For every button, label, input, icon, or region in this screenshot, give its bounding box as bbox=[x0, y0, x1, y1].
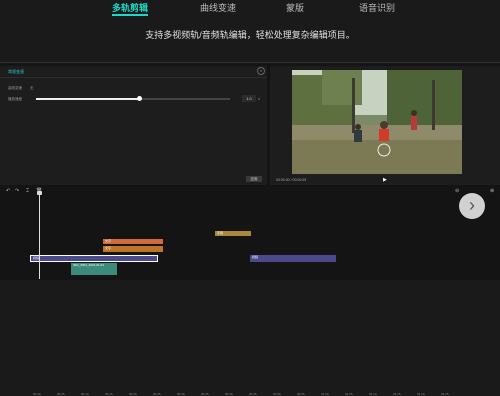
playhead[interactable] bbox=[39, 193, 40, 279]
tab-multitrack[interactable]: 多轨剪辑 bbox=[112, 1, 148, 14]
ruler-tick: 00:25 bbox=[153, 392, 161, 396]
zoom-icon[interactable]: ⊕ bbox=[490, 188, 494, 194]
ruler-tick: 00:40 bbox=[225, 392, 233, 396]
tab-mask[interactable]: 蒙版 bbox=[286, 1, 304, 14]
tab-speech-recognition[interactable]: 语音识别 bbox=[359, 1, 395, 14]
apply-button[interactable]: 应用 bbox=[246, 176, 262, 182]
ruler-tick: 01:00 bbox=[321, 392, 329, 396]
chevron-right-icon[interactable]: › bbox=[459, 193, 485, 219]
speed-slider-fill[interactable] bbox=[36, 98, 138, 100]
panel-divider bbox=[0, 77, 267, 78]
ruler-tick: 00:05 bbox=[57, 392, 65, 396]
speed-unit: x bbox=[258, 96, 260, 101]
speed-slider-track[interactable] bbox=[140, 98, 230, 100]
ruler-tick: 01:25 bbox=[441, 392, 449, 396]
tab-curve-speed[interactable]: 曲线变速 bbox=[200, 1, 236, 14]
ruler-tick: 00:20 bbox=[129, 392, 137, 396]
video-frame bbox=[292, 70, 462, 174]
timeline-clip-video[interactable]: 视频 bbox=[30, 255, 158, 262]
ruler-tick: 01:10 bbox=[369, 392, 377, 396]
timeline-clip-text[interactable]: 文字 bbox=[103, 246, 163, 252]
ruler-tick: 01:15 bbox=[393, 392, 401, 396]
zoom-out-icon[interactable]: ⊖ bbox=[455, 188, 459, 194]
speed-label: 播放速度 bbox=[8, 97, 22, 101]
feature-description: 支持多视频轨/音频轨编辑，轻松处理复杂编辑项目。 bbox=[145, 30, 355, 40]
curve-speed-label: 曲线变速 bbox=[8, 86, 22, 90]
ruler-tick: 00:45 bbox=[249, 392, 257, 396]
close-icon[interactable]: × bbox=[257, 67, 265, 75]
ruler-tick: 00:35 bbox=[201, 392, 209, 396]
redo-icon[interactable]: ↷ bbox=[15, 188, 19, 194]
feature-tabs: 多轨剪辑 曲线变速 蒙版 语音识别 bbox=[0, 0, 500, 16]
timeline-clip-video[interactable]: 视频 bbox=[250, 255, 336, 262]
ruler-tick: 00:00 bbox=[33, 392, 41, 396]
ruler-tick: 00:55 bbox=[297, 392, 305, 396]
play-icon[interactable]: ▶ bbox=[383, 177, 387, 183]
ruler-tick: 00:15 bbox=[105, 392, 113, 396]
ruler-tick: 00:10 bbox=[81, 392, 89, 396]
curve-speed-value[interactable]: 无 bbox=[30, 86, 34, 91]
speed-input[interactable]: 1.0 bbox=[242, 95, 256, 102]
timeline-clip-title[interactable]: 字幕 bbox=[215, 231, 251, 236]
active-tab-indicator bbox=[112, 14, 148, 16]
timeline-ruler[interactable]: 00:00 00:05 00:10 00:15 00:20 00:25 00:3… bbox=[0, 196, 500, 396]
ruler-tick: 01:05 bbox=[345, 392, 353, 396]
split-icon[interactable]: ⌶ bbox=[26, 188, 29, 194]
ruler-tick: 00:50 bbox=[273, 392, 281, 396]
ruler-tick: 00:30 bbox=[177, 392, 185, 396]
undo-icon[interactable]: ↶ bbox=[6, 188, 10, 194]
panel-title: 常规变速 bbox=[8, 69, 24, 74]
timeline-clip-text[interactable]: 文字 bbox=[103, 239, 163, 244]
speed-slider-handle[interactable] bbox=[137, 96, 142, 101]
ruler-tick: 01:20 bbox=[417, 392, 425, 396]
properties-panel bbox=[0, 66, 267, 185]
time-readout: 00:00:00 / 00:00:09 bbox=[276, 178, 307, 182]
timeline-clip-audio[interactable]: IMG_0001_2021-01-01 bbox=[71, 263, 117, 275]
